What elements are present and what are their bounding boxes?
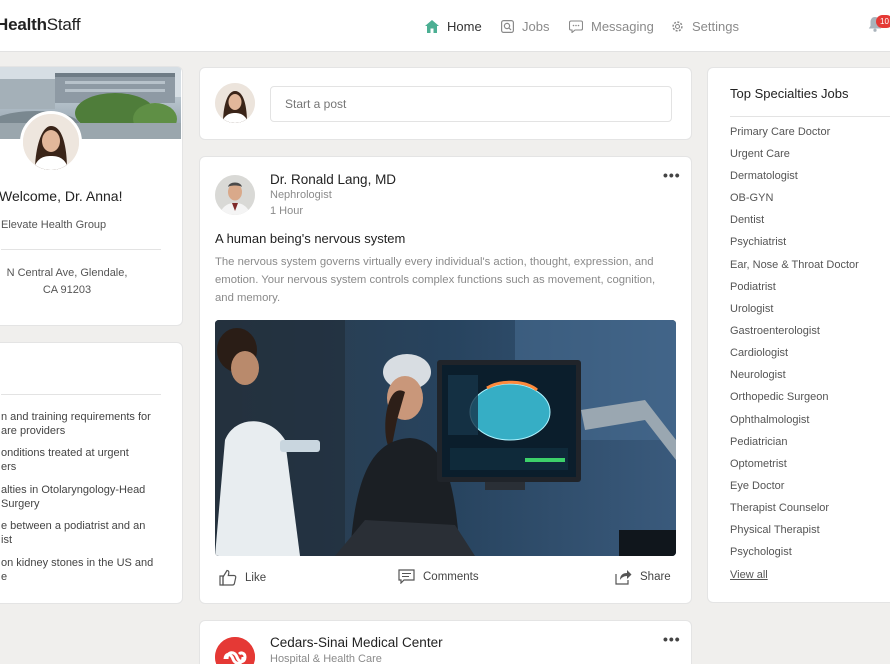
notification-badge: 10 [876, 15, 890, 28]
top-specialties-card: Top Specialties Jobs Primary Care Doctor… [707, 67, 890, 603]
post-composer [199, 67, 692, 140]
articles-divider [1, 394, 161, 395]
specialty-link[interactable]: Therapist Counselor [730, 502, 829, 514]
thumbs-up-icon [219, 569, 237, 586]
more-options-icon[interactable]: ••• [663, 168, 681, 182]
search-icon [501, 19, 514, 33]
comments-button[interactable]: Comments [398, 569, 479, 584]
like-button[interactable]: Like [219, 569, 266, 586]
post-author-role: Nephrologist [270, 189, 332, 201]
specialty-link[interactable]: OB-GYN [730, 192, 773, 204]
post-title: A human being's nervous system [215, 231, 406, 246]
gear-icon [672, 20, 683, 32]
specialty-link[interactable]: Ear, Nose & Throat Doctor [730, 259, 859, 271]
article-link[interactable]: alties in Otolaryngology-Head Surgery [0, 483, 165, 511]
cedars-sinai-logo[interactable] [215, 637, 255, 664]
more-options-icon[interactable]: ••• [663, 632, 681, 646]
specialty-link[interactable]: Urologist [730, 303, 773, 315]
specialty-link[interactable]: Urgent Care [730, 148, 790, 160]
specialty-link[interactable]: Physical Therapist [730, 524, 820, 536]
welcome-text: Welcome, Dr. Anna! [0, 188, 123, 204]
nav-settings-label: Settings [692, 18, 739, 34]
start-post-input[interactable] [270, 86, 672, 122]
article-link[interactable]: n and training requirements for are prov… [0, 410, 165, 438]
specialty-link[interactable]: Gastroenterologist [730, 325, 820, 337]
specialty-link[interactable]: Neurologist [730, 369, 786, 381]
address-line-1: N Central Ave, Glendale, [6, 267, 128, 279]
profile-avatar[interactable] [20, 111, 82, 173]
nav-messaging[interactable]: Messaging [569, 0, 654, 52]
view-all-link[interactable]: View all [730, 569, 768, 581]
share-icon [615, 570, 632, 585]
share-button[interactable]: Share [615, 569, 671, 585]
article-link[interactable]: e between a podiatrist and an ist [0, 519, 165, 547]
address-line-2: CA 91203 [42, 284, 92, 296]
organization-name: Elevate Health Group [1, 219, 107, 231]
post-image[interactable] [215, 320, 676, 556]
specialty-link[interactable]: Ophthalmologist [730, 414, 810, 426]
specialty-link[interactable]: Orthopedic Surgeon [730, 391, 828, 403]
nav-home[interactable]: Home [425, 0, 482, 52]
share-label: Share [640, 571, 671, 583]
articles-card: n and training requirements for are prov… [0, 342, 183, 604]
profile-divider [1, 249, 161, 250]
post-author-avatar[interactable] [215, 175, 255, 215]
app-logo[interactable]: HealthStaff [0, 15, 81, 35]
post2-author-name[interactable]: Cedars-Sinai Medical Center [270, 635, 443, 650]
profile-address: N Central Ave, Glendale, CA 91203 [0, 265, 139, 299]
post-card: Dr. Ronald Lang, MD Nephrologist 1 Hour … [199, 156, 692, 604]
post-time: 1 Hour [270, 205, 304, 217]
post-body: The nervous system governs virtually eve… [215, 256, 656, 304]
specialties-divider [730, 116, 890, 117]
post-card-2: Cedars-Sinai Medical Center Hospital & H… [199, 620, 692, 664]
specialty-link[interactable]: Optometrist [730, 458, 787, 470]
specialty-link[interactable]: Eye Doctor [730, 480, 784, 492]
nav-messaging-label: Messaging [591, 18, 654, 34]
comment-icon [398, 569, 415, 584]
specialty-link[interactable]: Pediatrician [730, 436, 787, 448]
nav-home-label: Home [447, 18, 482, 34]
post-author-name[interactable]: Dr. Ronald Lang, MD [270, 172, 396, 187]
article-link[interactable]: onditions treated at urgent ers [0, 446, 165, 474]
nav-jobs[interactable]: Jobs [501, 0, 549, 52]
chat-icon [569, 19, 583, 33]
home-icon [425, 19, 439, 33]
specialties-title: Top Specialties Jobs [730, 86, 849, 101]
like-label: Like [245, 571, 267, 584]
top-navbar: HealthStaff Home Jobs Messaging Settings… [0, 0, 890, 52]
specialty-link[interactable]: Podiatrist [730, 281, 776, 293]
specialty-link[interactable]: Cardiologist [730, 347, 788, 359]
profile-card: Welcome, Dr. Anna! Elevate Health Group … [0, 66, 183, 326]
composer-avatar [215, 83, 255, 123]
post2-subtitle: Hospital & Health Care [270, 653, 382, 664]
specialty-link[interactable]: Psychiatrist [730, 236, 786, 248]
nav-settings[interactable]: Settings [671, 0, 739, 52]
specialty-link[interactable]: Dermatologist [730, 170, 798, 182]
comments-label: Comments [423, 570, 479, 583]
specialty-link[interactable]: Psychologist [730, 546, 792, 558]
article-link[interactable]: on kidney stones in the US and e [0, 556, 165, 584]
specialty-link[interactable]: Dentist [730, 214, 764, 226]
specialty-link[interactable]: Primary Care Doctor [730, 126, 830, 138]
nav-jobs-label: Jobs [522, 18, 550, 34]
